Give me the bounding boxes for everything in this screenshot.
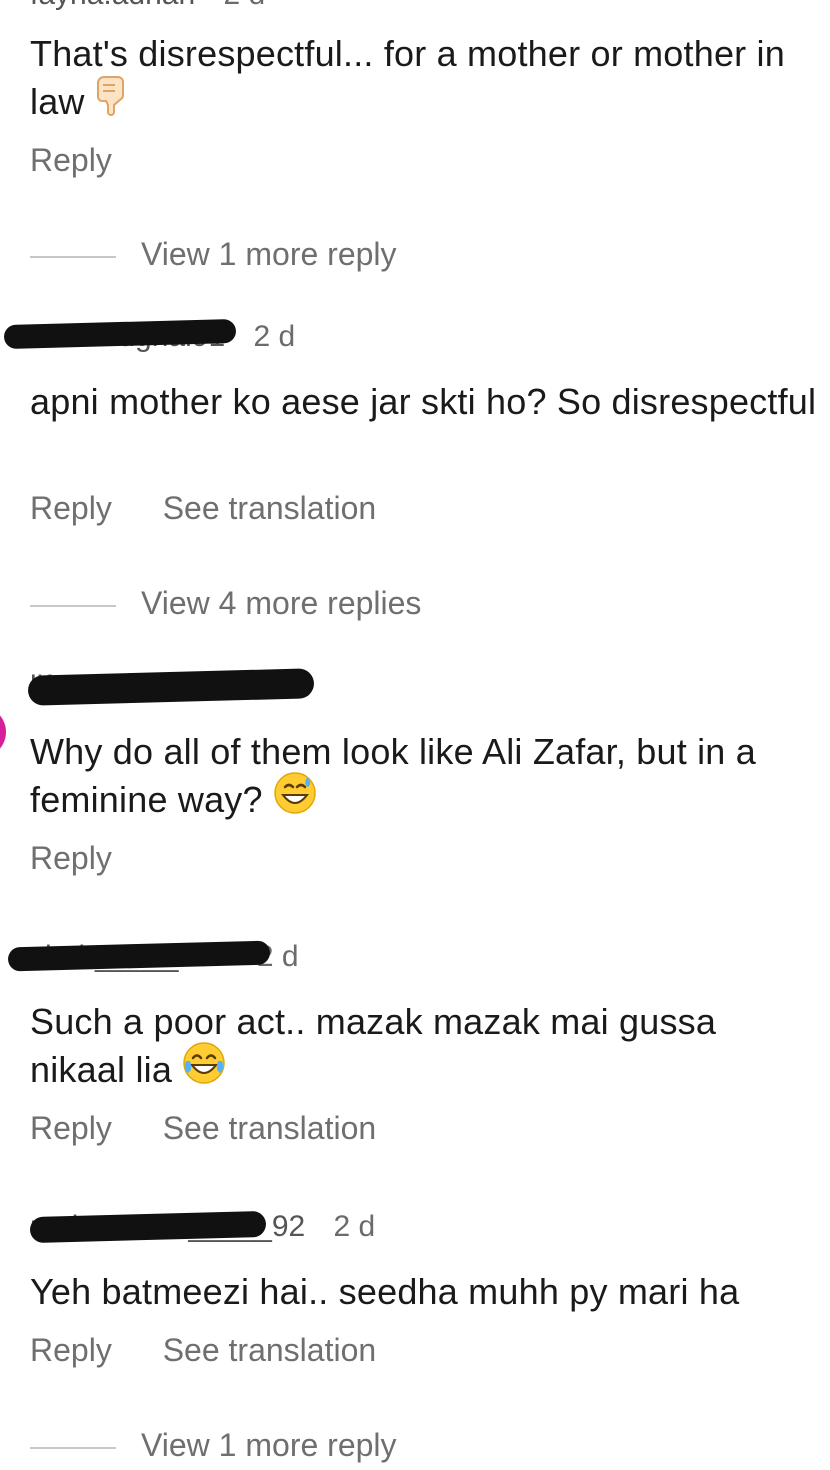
timestamp: 2 d (224, 0, 266, 11)
reply-button[interactable]: Reply (30, 142, 112, 178)
timestamp: 2 d (333, 1210, 376, 1243)
reply-button[interactable]: Reply (30, 840, 112, 876)
username[interactable]: mohammad_____92 (29, 1210, 305, 1244)
reply-button[interactable]: Reply (30, 1332, 112, 1368)
username[interactable]: faizamughal91 (3, 318, 237, 354)
comment-text: Yeh batmeezi hai.. seedha muhh py mari h… (30, 1271, 740, 1312)
comment-actions: Reply (30, 142, 154, 179)
comment-text: Such a poor act.. mazak mazak mai gussa … (30, 998, 820, 1100)
grinning-sweat-icon (273, 771, 317, 826)
thumbs-down-icon (95, 73, 129, 128)
comment-text-content: Such a poor act.. mazak mazak mai gussa … (30, 1001, 717, 1091)
view-more-label[interactable]: View 1 more reply (141, 1427, 397, 1464)
tears-of-joy-icon (182, 1041, 226, 1096)
see-translation-button[interactable]: See translation (163, 490, 376, 526)
comment-meta: mohammad_____92 2 d (29, 1210, 376, 1250)
username[interactable]: shah_____007 (7, 940, 271, 974)
see-translation-button[interactable]: See translation (163, 1110, 376, 1146)
comment-meta: shah_____007 2 d (7, 940, 299, 980)
view-more-label[interactable]: View 1 more reply (141, 236, 397, 273)
username[interactable]: lifeandreflection (27, 668, 315, 706)
divider-line (30, 1447, 116, 1449)
comment-meta: fayha.adnan 2 d (30, 0, 265, 18)
reply-button[interactable]: Reply (30, 490, 112, 526)
view-more-label[interactable]: View 4 more replies (141, 585, 421, 622)
comment-actions: Reply See translation (30, 1332, 418, 1369)
comment-text-content: Why do all of them look like Ali Zafar, … (30, 731, 756, 821)
username[interactable]: fayha.adnan (30, 0, 195, 12)
comment-text: apni mother ko aese jar skti ho? So disr… (30, 381, 817, 422)
comment-actions: Reply See translation (30, 490, 418, 527)
comment-actions: Reply (30, 840, 154, 877)
comment-text-content: That's disrespectful... for a mother or … (30, 33, 785, 123)
comment-meta: faizamughal91 2 d (3, 318, 296, 360)
divider-line (30, 605, 116, 607)
comment-text: That's disrespectful... for a mother or … (30, 30, 820, 132)
comment-text: Why do all of them look like Ali Zafar, … (30, 728, 820, 830)
avatar[interactable] (0, 706, 6, 758)
divider-line (30, 256, 116, 258)
reply-button[interactable]: Reply (30, 1110, 112, 1146)
see-translation-button[interactable]: See translation (163, 1332, 376, 1368)
timestamp: 2 d (253, 320, 296, 353)
comment-actions: Reply See translation (30, 1110, 418, 1147)
comment-meta: lifeandreflection 2 d (27, 668, 315, 710)
